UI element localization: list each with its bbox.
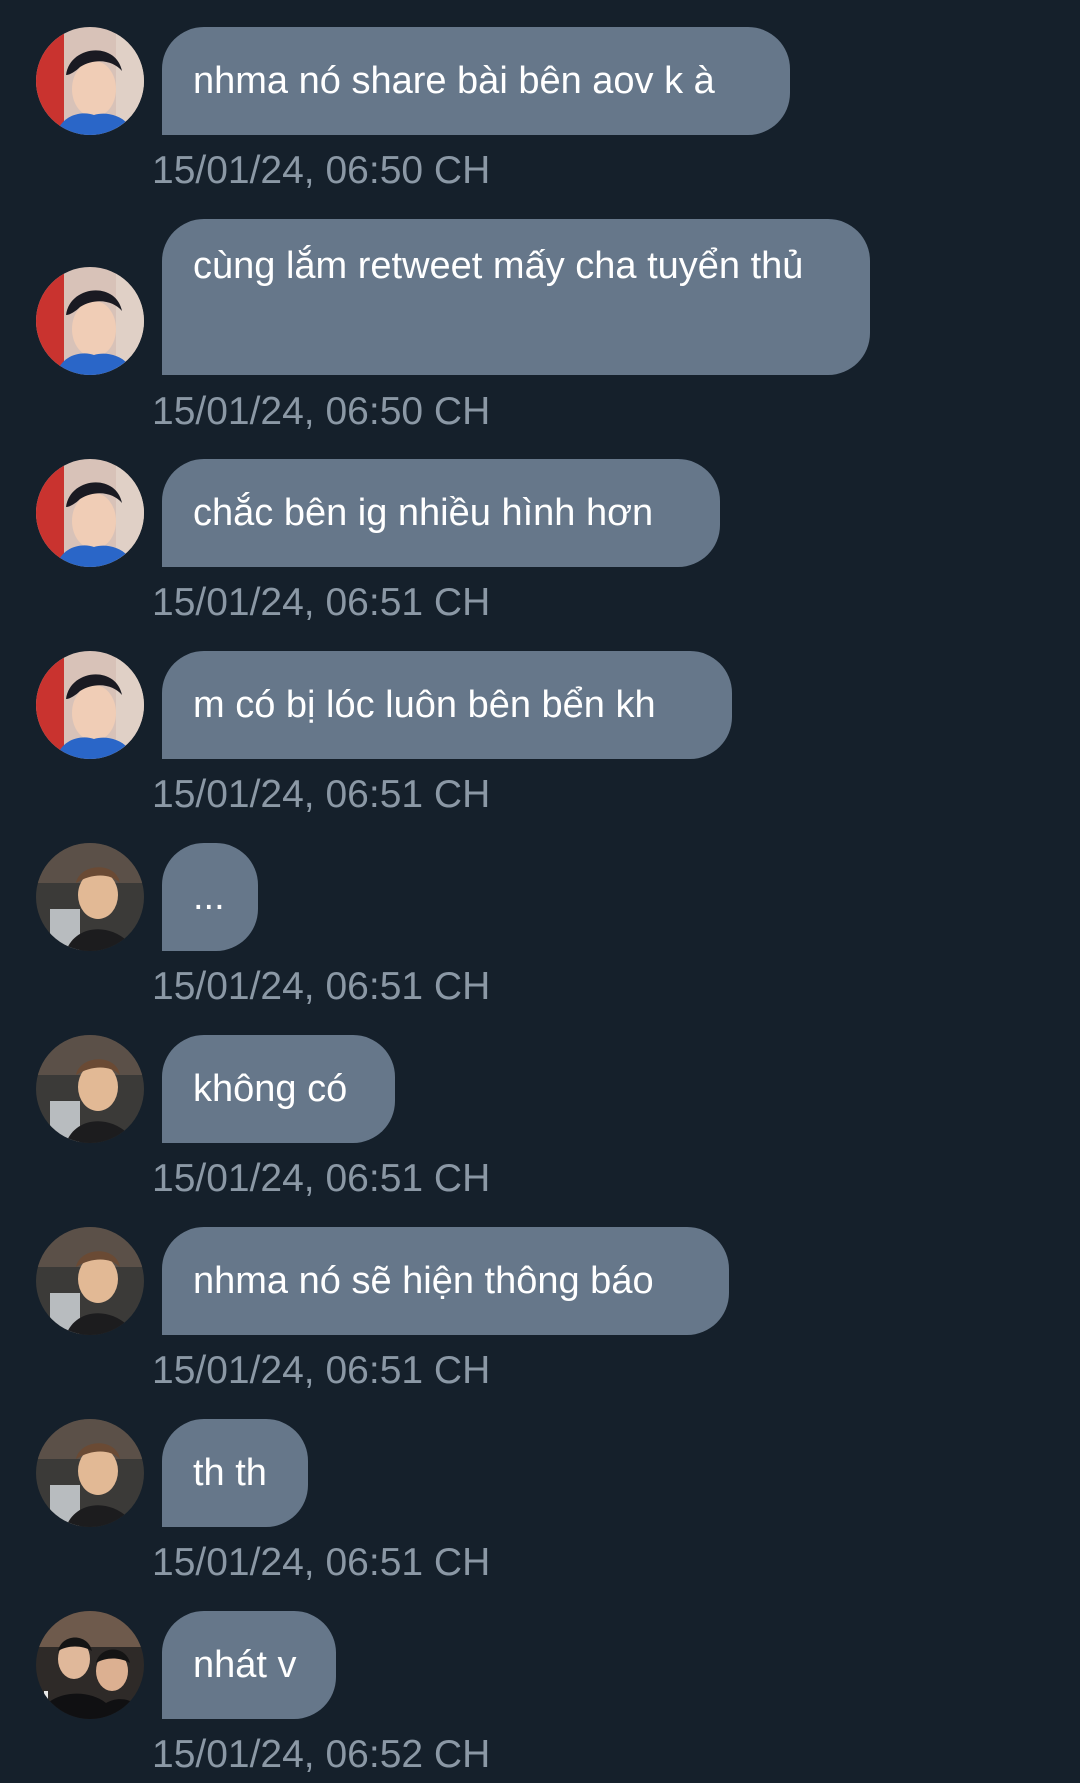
message-text: nhát v bbox=[193, 1644, 297, 1686]
message-timestamp: 15/01/24, 06:51 CH bbox=[152, 1349, 491, 1392]
message-row: m có bị lóc luôn bên bển kh 15/01/24, 06… bbox=[0, 624, 1080, 816]
sender-avatar[interactable] bbox=[36, 267, 144, 375]
sender-avatar[interactable] bbox=[36, 1035, 144, 1143]
message-timestamp: 15/01/24, 06:51 CH bbox=[152, 773, 491, 816]
sender-avatar[interactable] bbox=[36, 1419, 144, 1527]
message-text: chắc bên ig nhiều hình hơn bbox=[193, 492, 654, 534]
message-bubble[interactable]: th th bbox=[162, 1419, 308, 1527]
message-row: không có 15/01/24, 06:51 CH bbox=[0, 1008, 1080, 1200]
sender-avatar[interactable] bbox=[36, 459, 144, 567]
message-bubble[interactable]: cùng lắm retweet mấy cha tuyển thủ bbox=[162, 219, 870, 375]
message-row: ... 15/01/24, 06:51 CH bbox=[0, 816, 1080, 1008]
message-timestamp: 15/01/24, 06:50 CH bbox=[152, 390, 491, 433]
message-text: th th bbox=[193, 1452, 267, 1494]
message-text: không có bbox=[193, 1068, 348, 1110]
message-timestamp: 15/01/24, 06:52 CH bbox=[152, 1733, 491, 1776]
message-timestamp: 15/01/24, 06:51 CH bbox=[152, 1541, 491, 1584]
sender-avatar[interactable] bbox=[36, 843, 144, 951]
sender-avatar[interactable] bbox=[36, 27, 144, 135]
message-thread[interactable]: nhma nó share bài bên aov k à 15/01/24, … bbox=[0, 0, 1080, 1783]
message-row: chắc bên ig nhiều hình hơn 15/01/24, 06:… bbox=[0, 432, 1080, 624]
message-row: nhát v 15/01/24, 06:52 CH bbox=[0, 1584, 1080, 1783]
message-timestamp: 15/01/24, 06:51 CH bbox=[152, 1157, 491, 1200]
message-text: m có bị lóc luôn bên bển kh bbox=[193, 684, 656, 726]
message-timestamp: 15/01/24, 06:51 CH bbox=[152, 965, 491, 1008]
message-row: cùng lắm retweet mấy cha tuyển thủ 15/01… bbox=[0, 192, 1080, 433]
message-bubble[interactable]: m có bị lóc luôn bên bển kh bbox=[162, 651, 732, 759]
message-bubble[interactable]: nhát v bbox=[162, 1611, 336, 1719]
message-row: th th 15/01/24, 06:51 CH bbox=[0, 1392, 1080, 1584]
message-bubble[interactable]: nhma nó sẽ hiện thông báo bbox=[162, 1227, 729, 1335]
sender-avatar[interactable] bbox=[36, 651, 144, 759]
message-bubble[interactable]: chắc bên ig nhiều hình hơn bbox=[162, 459, 720, 567]
message-text: nhma nó share bài bên aov k à bbox=[193, 60, 715, 102]
message-timestamp: 15/01/24, 06:51 CH bbox=[152, 581, 491, 624]
message-text: nhma nó sẽ hiện thông báo bbox=[193, 1260, 654, 1302]
sender-avatar[interactable] bbox=[36, 1227, 144, 1335]
message-timestamp: 15/01/24, 06:50 CH bbox=[152, 149, 491, 192]
message-text: ... bbox=[193, 876, 225, 918]
message-bubble[interactable]: không có bbox=[162, 1035, 395, 1143]
message-bubble[interactable]: ... bbox=[162, 843, 258, 951]
message-row: nhma nó share bài bên aov k à 15/01/24, … bbox=[0, 0, 1080, 192]
message-bubble[interactable]: nhma nó share bài bên aov k à bbox=[162, 27, 790, 135]
sender-avatar[interactable] bbox=[36, 1611, 144, 1719]
message-text: cùng lắm retweet mấy cha tuyển thủ bbox=[193, 245, 804, 287]
message-row: nhma nó sẽ hiện thông báo 15/01/24, 06:5… bbox=[0, 1200, 1080, 1392]
